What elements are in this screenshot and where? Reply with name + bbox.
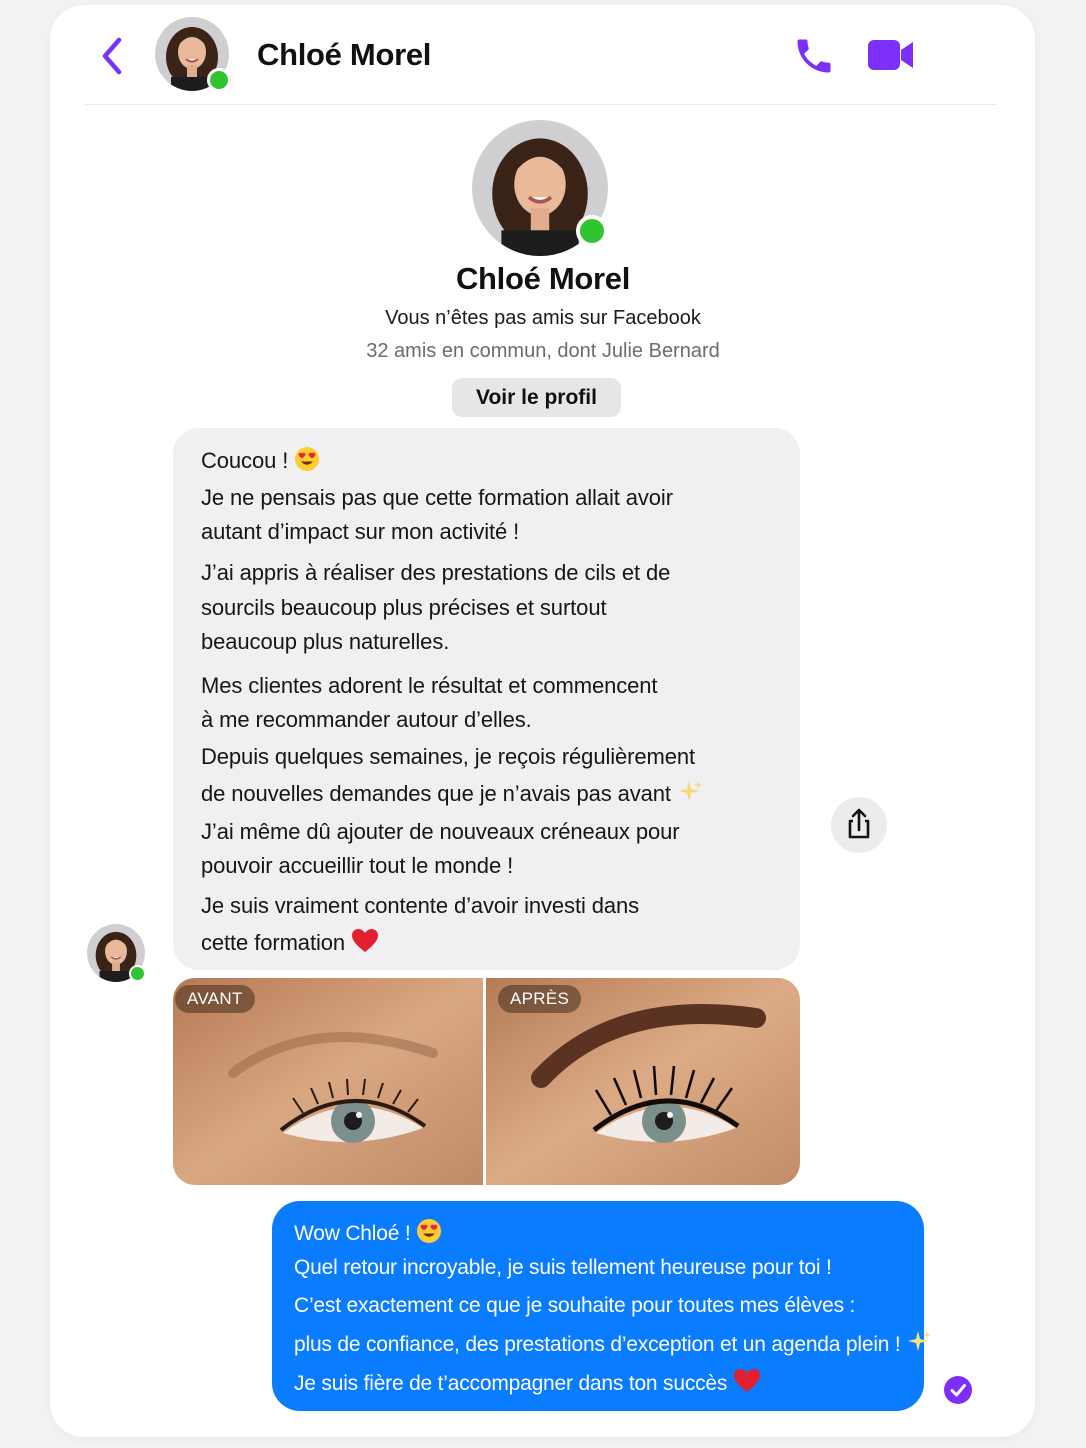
reply-line: C’est exactement ce que je souhaite pour… bbox=[294, 1294, 856, 1317]
message-line: à me recommander autour d’elles. bbox=[201, 707, 532, 732]
sparkles-emoji-icon bbox=[908, 1331, 932, 1351]
reply-line: Wow Chloé ! bbox=[294, 1218, 442, 1246]
view-profile-button[interactable]: Voir le profil bbox=[452, 378, 621, 417]
contact-name[interactable]: Chloé Morel bbox=[257, 37, 431, 73]
red-heart-emoji-icon bbox=[352, 929, 379, 952]
message-line: Je ne pensais pas que cette formation al… bbox=[201, 485, 673, 510]
reply-line: Quel retour incroyable, je suis tellemen… bbox=[294, 1256, 832, 1279]
message-line: de nouvelles demandes que je n’avais pas… bbox=[201, 779, 703, 807]
message-line: Coucou ! bbox=[201, 446, 320, 474]
sparkles-emoji-icon bbox=[678, 781, 702, 801]
message-line: pouvoir accueillir tout le monde ! bbox=[201, 853, 514, 878]
check-circle-icon bbox=[950, 1384, 966, 1397]
red-heart-emoji-icon bbox=[733, 1369, 760, 1392]
after-label: APRÈS bbox=[498, 985, 582, 1013]
message-line: beaucoup plus naturelles. bbox=[201, 629, 450, 654]
video-camera-icon bbox=[868, 40, 913, 70]
online-status-dot bbox=[207, 68, 231, 92]
profile-name: Chloé Morel bbox=[455, 261, 631, 296]
message-line: autant d’impact sur mon activité ! bbox=[201, 519, 520, 544]
phone-icon bbox=[797, 39, 831, 73]
before-photo[interactable]: AVANT bbox=[173, 978, 483, 1185]
share-button[interactable] bbox=[831, 797, 887, 853]
message-line: sourcils beaucoup plus précises et surto… bbox=[201, 595, 607, 620]
heart-eyes-emoji-icon bbox=[417, 1219, 442, 1243]
message-line: Depuis quelques semaines, je reçois régu… bbox=[201, 744, 696, 769]
chevron-left-icon bbox=[102, 37, 122, 75]
message-line: J’ai appris à réaliser des prestations d… bbox=[201, 560, 671, 585]
message-line: J’ai même dû ajouter de nouveaux créneau… bbox=[201, 819, 680, 844]
mutual-friends-text: 32 amis en commun, dont Julie Bernard bbox=[366, 340, 720, 362]
profile-online-dot bbox=[576, 215, 608, 247]
message-line: Mes clientes adorent le résultat et comm… bbox=[201, 673, 658, 698]
delivered-status bbox=[944, 1376, 972, 1404]
message-line: Je suis vraiment contente d’avoir invest… bbox=[201, 893, 640, 918]
share-icon bbox=[848, 808, 870, 839]
reply-line: Je suis fière de t’accompagner dans ton … bbox=[294, 1368, 761, 1396]
audio-call-button[interactable] bbox=[792, 34, 836, 78]
reply-line: plus de confiance, des prestations d’exc… bbox=[294, 1329, 932, 1357]
video-call-button[interactable] bbox=[866, 37, 916, 73]
back-button[interactable] bbox=[97, 36, 127, 76]
message-line: cette formation bbox=[201, 928, 379, 956]
after-photo[interactable]: APRÈS bbox=[486, 978, 800, 1185]
header-divider bbox=[85, 104, 997, 105]
sender-online-dot bbox=[129, 965, 146, 982]
before-label: AVANT bbox=[175, 985, 255, 1013]
friend-status-text: Vous n’êtes pas amis sur Facebook bbox=[385, 307, 701, 329]
heart-eyes-emoji-icon bbox=[295, 447, 320, 471]
